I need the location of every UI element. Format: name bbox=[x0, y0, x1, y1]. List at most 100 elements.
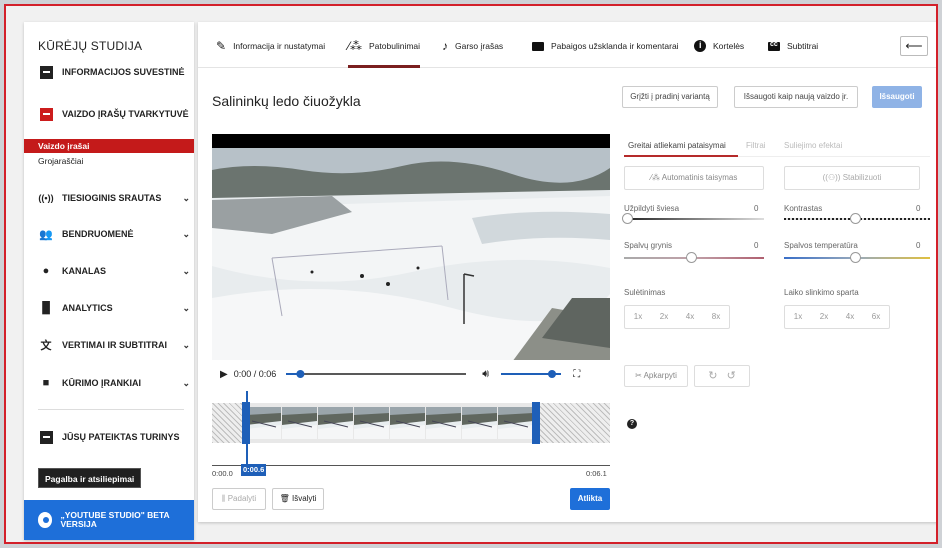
saturation-value: 0 bbox=[754, 241, 759, 250]
rotate-buttons: ↻ ↺ bbox=[694, 365, 750, 387]
rotate-right-icon[interactable]: ↻ bbox=[708, 370, 717, 382]
slow-option-8x[interactable]: 8x bbox=[703, 306, 729, 328]
sidebar-item-create[interactable]: ■ KŪRIMO ĮRANKIAI ⌄ bbox=[38, 375, 190, 391]
tab-subtitles[interactable]: Subtitrai bbox=[768, 38, 818, 54]
clear-button[interactable]: 🗑︎ Išvalyti bbox=[272, 488, 324, 510]
sidebar-item-label: TIESIOGINIS SRAUTAS bbox=[62, 193, 162, 203]
magic-wand-icon: ⁄⁂ bbox=[348, 39, 363, 53]
sidebar-item-dashboard[interactable]: INFORMACIJOS SUVESTINĖ bbox=[38, 64, 190, 80]
translate-icon: 文 bbox=[40, 340, 52, 352]
playhead-time: 0:00.6 bbox=[241, 464, 267, 476]
saturation-knob[interactable] bbox=[686, 252, 697, 263]
sidebar-item-contributions[interactable]: JŪSŲ PATEIKTAS TURINYS bbox=[38, 429, 190, 445]
contrast-knob[interactable] bbox=[850, 213, 861, 224]
tab-info-settings[interactable]: ✎ Informacija ir nustatymai bbox=[216, 38, 325, 54]
revert-button[interactable]: Grįžti į pradinį variantą bbox=[622, 86, 718, 108]
sidebar-item-label: ANALYTICS bbox=[62, 303, 113, 313]
timelapse-option-1x[interactable]: 1x bbox=[785, 306, 811, 328]
sidebar-subitem-playlists[interactable]: Grojaraščiai bbox=[24, 154, 194, 168]
timelapse-label: Laiko slinkimo sparta bbox=[784, 288, 859, 297]
tab-label: Informacija ir nustatymai bbox=[233, 41, 326, 51]
tab-label: Pabaigos užsklanda ir komentarai bbox=[551, 41, 679, 51]
fill-light-knob[interactable] bbox=[622, 213, 633, 224]
volume-icon[interactable]: 🔊︎ bbox=[482, 368, 489, 381]
sidebar-subitem-videos[interactable]: Vaizdo įrašai bbox=[24, 139, 194, 153]
tab-cards[interactable]: Kortelės bbox=[694, 38, 744, 54]
tab-filters[interactable]: Filtrai bbox=[746, 141, 766, 150]
player-progress-bar[interactable] bbox=[286, 368, 467, 380]
auto-fix-label: Automatinis taisymas bbox=[661, 173, 738, 182]
sidebar-item-label: VAIZDO ĮRAŠŲ TVARKYTUVĖ bbox=[62, 109, 189, 119]
music-note-icon: ♪ bbox=[442, 39, 448, 53]
help-feedback-button[interactable]: Pagalba ir atsiliepimai bbox=[38, 468, 142, 488]
sidebar-item-community[interactable]: 👥 BENDRUOMENĖ ⌄ bbox=[38, 226, 190, 242]
sidebar-item-label: KANALAS bbox=[62, 266, 106, 276]
trash-icon: 🗑︎ bbox=[279, 494, 292, 503]
sidebar-item-analytics[interactable]: ▐▌ ANALYTICS ⌄ bbox=[38, 300, 190, 316]
stabilize-icon: ((⚇)) bbox=[822, 173, 843, 182]
analytics-icon: ▐▌ bbox=[38, 302, 54, 314]
fullscreen-icon[interactable]: ⛶ bbox=[573, 369, 580, 380]
sidebar-item-live[interactable]: ((•)) TIESIOGINIS SRAUTAS ⌄ bbox=[38, 190, 190, 206]
rotate-left-icon[interactable]: ↺ bbox=[727, 370, 736, 382]
contrast-label: Kontrastas bbox=[784, 204, 823, 213]
tab-enhancements[interactable]: ⁄⁂ Patobulinimai bbox=[348, 38, 421, 68]
pencil-icon: ✎ bbox=[216, 39, 227, 53]
stabilize-button[interactable]: ((⚇)) Stabilizuoti bbox=[784, 166, 920, 190]
studio-beta-label: „YOUTUBE STUDIO" BETA VERSIJA bbox=[60, 510, 170, 529]
tab-blur-effects[interactable]: Suliejimo efektai bbox=[784, 141, 842, 150]
sidebar-item-label: INFORMACIJOS SUVESTINĖ bbox=[62, 67, 185, 77]
save-button[interactable]: Išsaugoti bbox=[872, 86, 922, 108]
back-button[interactable]: ⟵ bbox=[900, 36, 928, 56]
trim-end-handle[interactable] bbox=[532, 402, 540, 444]
save-as-new-button[interactable]: Išsaugoti kaip naują vaizdo įr. bbox=[734, 86, 858, 108]
contrast-value: 0 bbox=[916, 204, 921, 213]
slow-option-1x[interactable]: 1x bbox=[625, 306, 651, 328]
timeline-end-time: 0:06.1 bbox=[586, 469, 607, 478]
gear-icon bbox=[38, 512, 53, 528]
trim-button[interactable]: ✂ Apkarpyti bbox=[624, 365, 688, 387]
slow-option-4x[interactable]: 4x bbox=[677, 306, 703, 328]
slow-motion-options: 1x 2x 4x 8x bbox=[624, 305, 730, 329]
sidebar-item-label: JŪSŲ PATEIKTAS TURINYS bbox=[62, 432, 180, 442]
tab-label: Garso įrašas bbox=[455, 41, 504, 51]
auto-fix-button[interactable]: ⁄⁂ Automatinis taisymas bbox=[624, 166, 764, 190]
tab-audio[interactable]: ♪ Garso įrašas bbox=[442, 38, 503, 54]
tab-label: Patobulinimai bbox=[369, 41, 421, 51]
sidebar-item-translations[interactable]: 文 VERTIMAI IR SUBTITRAI ⌄ bbox=[38, 337, 191, 353]
end-screen-icon bbox=[532, 41, 544, 51]
timelapse-option-6x[interactable]: 6x bbox=[863, 306, 889, 328]
trim-start-handle[interactable] bbox=[242, 402, 250, 444]
timeline-clip bbox=[246, 403, 536, 443]
chevron-down-icon: ⌄ bbox=[182, 265, 190, 276]
slow-option-2x[interactable]: 2x bbox=[651, 306, 677, 328]
channel-icon: ● bbox=[42, 265, 50, 277]
split-button[interactable]: ⫼ Padalyti bbox=[212, 488, 266, 510]
contributions-icon bbox=[38, 429, 54, 445]
done-button[interactable]: Atlikta bbox=[570, 488, 610, 510]
magic-wand-icon: ⁄⁂ bbox=[650, 173, 662, 182]
sidebar-item-channel[interactable]: ● KANALAS ⌄ bbox=[38, 263, 190, 279]
color-temperature-value: 0 bbox=[916, 241, 921, 250]
main-panel: ✎ Informacija ir nustatymai ⁄⁂ Patobulin… bbox=[198, 22, 936, 522]
tab-end-screen[interactable]: Pabaigos užsklanda ir komentarai bbox=[532, 38, 679, 54]
volume-slider[interactable] bbox=[501, 368, 562, 380]
color-temperature-knob[interactable] bbox=[850, 252, 861, 263]
window-frame: KŪRĖJŲ STUDIJA INFORMACIJOS SUVESTINĖ VA… bbox=[4, 4, 938, 544]
play-icon[interactable]: ▶ bbox=[220, 369, 228, 380]
sidebar-item-video-manager[interactable]: VAIZDO ĮRAŠŲ TVARKYTUVĖ bbox=[38, 106, 190, 122]
help-icon[interactable]: ? bbox=[627, 419, 637, 429]
info-card-icon bbox=[694, 40, 706, 52]
timeline-start-time: 0:00.0 bbox=[212, 469, 233, 478]
tab-quick-fixes[interactable]: Greitai atliekami pataisymai bbox=[628, 141, 726, 150]
color-temperature-label: Spalvos temperatūra bbox=[784, 241, 858, 250]
studio-beta-button[interactable]: „YOUTUBE STUDIO" BETA VERSIJA bbox=[24, 500, 194, 540]
fill-light-slider[interactable] bbox=[624, 218, 764, 220]
video-player[interactable] bbox=[212, 134, 610, 388]
timelapse-option-4x[interactable]: 4x bbox=[837, 306, 863, 328]
timelapse-option-2x[interactable]: 2x bbox=[811, 306, 837, 328]
trim-timeline[interactable] bbox=[212, 402, 610, 444]
community-icon: 👥 bbox=[39, 228, 53, 241]
fill-light-value: 0 bbox=[754, 204, 759, 213]
live-icon: ((•)) bbox=[38, 193, 54, 203]
